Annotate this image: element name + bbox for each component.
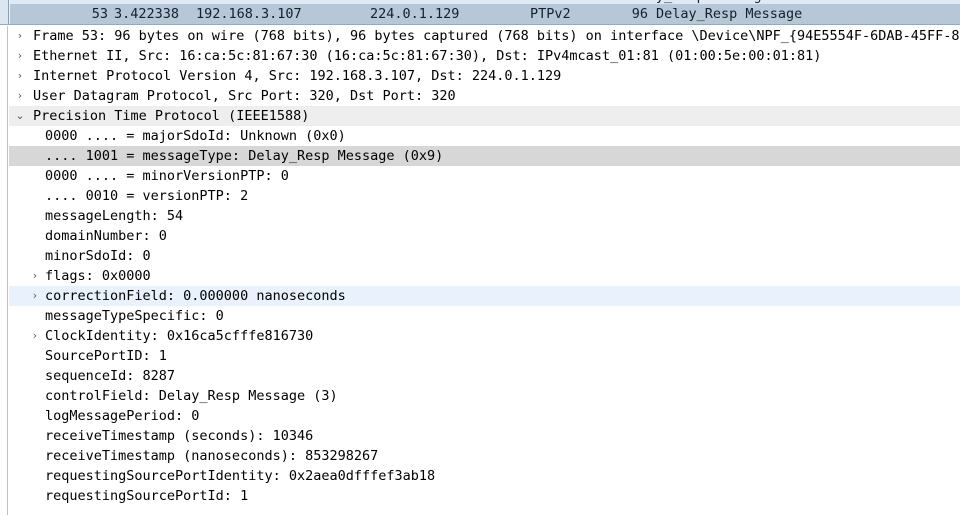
protocol-tree[interactable]: › Frame 53: 96 bytes on wire (768 bits), … (9, 26, 960, 515)
protocol-tree-label: requestingSourcePortId: 1 (45, 488, 249, 504)
packet-length: 96 (631, 6, 648, 22)
protocol-tree-row[interactable]: › Frame 53: 96 bytes on wire (768 bits), … (9, 26, 960, 46)
protocol-tree-label: messageTypeSpecific: 0 (45, 308, 224, 324)
protocol-tree-label: receiveTimestamp (seconds): 10346 (45, 428, 314, 444)
protocol-tree-label: requestingSourcePortIdentity: 0x2aea0dff… (45, 468, 436, 484)
protocol-tree-row[interactable]: sequenceId: 8287 (9, 366, 960, 386)
protocol-tree-row[interactable]: › Internet Protocol Version 4, Src: 192.1… (9, 66, 960, 86)
protocol-tree-label: controlField: Delay_Resp Message (3) (45, 388, 338, 404)
packet-destination: 224.0.1.129 (370, 6, 460, 22)
protocol-tree-row[interactable]: .... 1001 = messageType: Delay_Resp Mess… (9, 146, 960, 166)
protocol-tree-row[interactable]: 0000 .... = majorSdoId: Unknown (0x0) (9, 126, 960, 146)
packet-time: 3.422338 (114, 6, 180, 22)
protocol-tree-label: Precision Time Protocol (IEEE1588) (33, 108, 310, 124)
protocol-tree-row[interactable]: › User Datagram Protocol, Src Port: 320, … (9, 86, 960, 106)
chevron-right-icon[interactable]: › (11, 26, 29, 46)
protocol-tree-label: SourcePortID: 1 (45, 348, 167, 364)
packet-detail-pane[interactable]: › Frame 53: 96 bytes on wire (768 bits), … (0, 25, 960, 515)
protocol-tree-row[interactable]: › Ethernet II, Src: 16:ca:5c:81:67:30 (16… (9, 46, 960, 66)
protocol-tree-label: minorSdoId: 0 (45, 248, 151, 264)
protocol-tree-label: .... 0010 = versionPTP: 2 (45, 188, 249, 204)
protocol-tree-label: ClockIdentity: 0x16ca5cfffe816730 (45, 328, 314, 344)
protocol-tree-label: domainNumber: 0 (45, 228, 167, 244)
protocol-tree-row[interactable]: receiveTimestamp (nanoseconds): 85329826… (9, 446, 960, 466)
protocol-tree-label: 0000 .... = majorSdoId: Unknown (0x0) (45, 128, 346, 144)
packet-detail-gutter (0, 26, 8, 515)
protocol-tree-row[interactable]: .... 0010 = versionPTP: 2 (9, 186, 960, 206)
chevron-right-icon[interactable]: › (26, 266, 44, 286)
protocol-tree-row[interactable]: › ClockIdentity: 0x16ca5cfffe816730 (9, 326, 960, 346)
packet-no: 53 (91, 6, 108, 22)
protocol-tree-label: User Datagram Protocol, Src Port: 320, D… (33, 88, 456, 104)
protocol-tree-row[interactable]: SourcePortID: 1 (9, 346, 960, 366)
chevron-right-icon[interactable]: › (26, 286, 44, 306)
protocol-tree-label: receiveTimestamp (nanoseconds): 85329826… (45, 448, 379, 464)
chevron-right-icon[interactable]: › (26, 326, 44, 346)
protocol-tree-row[interactable]: messageLength: 54 (9, 206, 960, 226)
packet-source: 192.168.3.107 (196, 6, 302, 22)
protocol-tree-label: Internet Protocol Version 4, Src: 192.16… (33, 68, 562, 84)
protocol-tree-row[interactable]: › correctionField: 0.000000 nanoseconds (9, 286, 960, 306)
protocol-tree-row[interactable]: minorSdoId: 0 (9, 246, 960, 266)
packet-list-row-selected[interactable]: 53 3.422338 192.168.3.107 224.0.1.129 PT… (10, 4, 960, 24)
packet-list-gutter (0, 0, 9, 24)
protocol-tree-row[interactable]: › flags: 0x0000 (9, 266, 960, 286)
protocol-tree-row[interactable]: 0000 .... = minorVersionPTP: 0 (9, 166, 960, 186)
chevron-down-icon[interactable]: ⌄ (11, 106, 29, 126)
protocol-tree-row[interactable]: logMessagePeriod: 0 (9, 406, 960, 426)
packet-protocol: PTPv2 (530, 6, 571, 22)
protocol-tree-label: 0000 .... = minorVersionPTP: 0 (45, 168, 289, 184)
protocol-tree-label: sequenceId: 8287 (45, 368, 176, 384)
chevron-right-icon[interactable]: › (11, 46, 29, 66)
protocol-tree-row[interactable]: receiveTimestamp (seconds): 10346 (9, 426, 960, 446)
protocol-tree-label: messageLength: 54 (45, 208, 184, 224)
protocol-tree-row[interactable]: messageTypeSpecific: 0 (9, 306, 960, 326)
protocol-tree-row[interactable]: controlField: Delay_Resp Message (3) (9, 386, 960, 406)
protocol-tree-label: flags: 0x0000 (45, 268, 151, 284)
protocol-tree-label: .... 1001 = messageType: Delay_Resp Mess… (45, 148, 444, 164)
chevron-right-icon[interactable]: › (11, 66, 29, 86)
protocol-tree-row[interactable]: requestingSourcePortIdentity: 0x2aea0dff… (9, 466, 960, 486)
protocol-tree-row[interactable]: domainNumber: 0 (9, 226, 960, 246)
protocol-tree-row[interactable]: requestingSourcePortId: 1 (9, 486, 960, 506)
protocol-tree-label: correctionField: 0.000000 nanoseconds (45, 288, 346, 304)
protocol-tree-row[interactable]: ⌄ Precision Time Protocol (IEEE1588) (9, 106, 960, 126)
packet-info: Delay_Resp Message (656, 6, 803, 22)
chevron-right-icon[interactable]: › (11, 86, 29, 106)
packet-list-pane[interactable]: y_...p Message 53 3.422338 192.168.3.107… (0, 0, 960, 25)
wireshark-window: y_...p Message 53 3.422338 192.168.3.107… (0, 0, 960, 515)
protocol-tree-label: Ethernet II, Src: 16:ca:5c:81:67:30 (16:… (33, 48, 822, 64)
protocol-tree-label: Frame 53: 96 bytes on wire (768 bits), 9… (33, 28, 960, 44)
protocol-tree-label: logMessagePeriod: 0 (45, 408, 200, 424)
